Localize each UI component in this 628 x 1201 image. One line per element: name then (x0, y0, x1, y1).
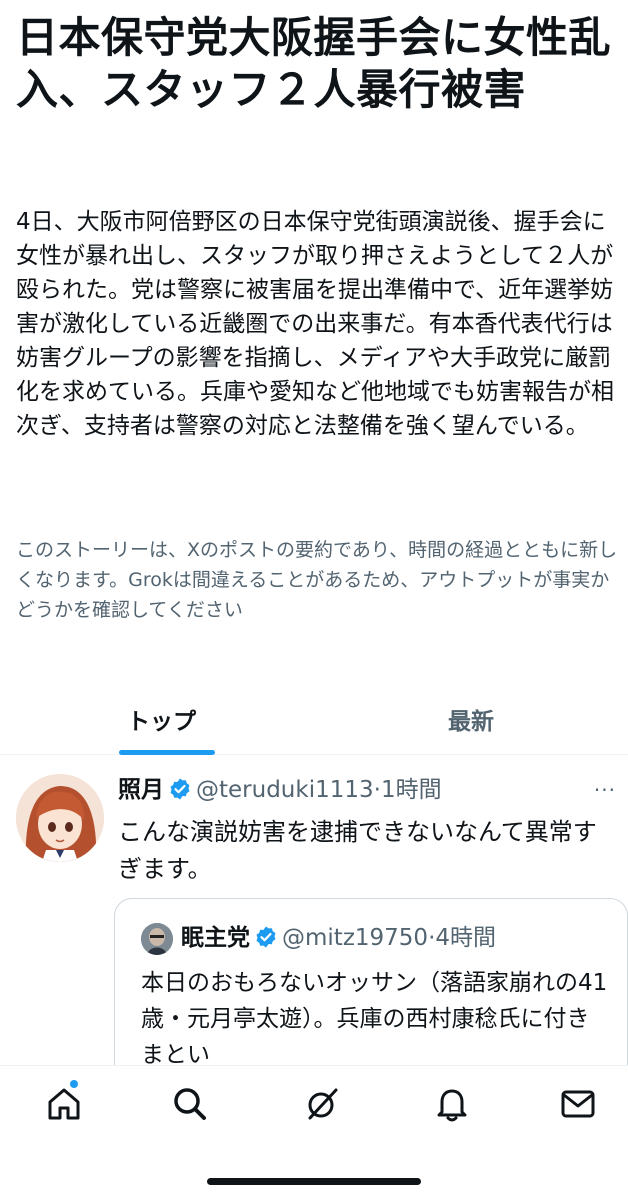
grok-icon-glyph (308, 1088, 338, 1120)
author-name[interactable]: 照月 (118, 777, 164, 803)
grok-icon[interactable] (302, 1084, 342, 1124)
post-header: 照月 @teruduki1113·1時間 (118, 774, 598, 806)
tab-top-label: トップ (127, 709, 196, 735)
verified-badge-icon (170, 778, 190, 800)
home-icon-glyph (48, 1088, 80, 1120)
verified-badge-icon (256, 926, 276, 948)
tab-top[interactable]: トップ (10, 684, 324, 754)
meta-separator: · (373, 777, 381, 803)
home-icon[interactable] (44, 1084, 84, 1124)
notifications-icon[interactable] (432, 1084, 472, 1124)
quoted-author-name: 眠主党 (181, 925, 250, 951)
post[interactable]: 照月 @teruduki1113·1時間 ··· こんな演説妨害を逮捕できないなん… (0, 760, 628, 1065)
post-text: こんな演説妨害を逮捕できないなんて異常すぎます。 (118, 818, 597, 883)
quoted-avatar (141, 923, 173, 955)
bell-icon (437, 1089, 467, 1122)
search-icon-glyph (174, 1088, 206, 1120)
messages-icon[interactable] (558, 1084, 598, 1124)
tab-bar: トップ 最新 (0, 684, 628, 755)
tab-latest-label: 最新 (448, 709, 494, 735)
author-handle[interactable]: @teruduki1113 (196, 777, 374, 803)
grok-disclaimer: このストーリーは、Xのポストの要約であり、時間の経過とともに新しくなります。Gr… (16, 539, 618, 621)
avatar[interactable] (16, 774, 104, 862)
story-summary: 4日、大阪市阿倍野区の日本保守党街頭演説後、握手会に女性が暴れ出し、スタッフが取… (16, 209, 614, 439)
active-tab-indicator (119, 750, 215, 755)
quoted-avatar-image (141, 923, 173, 955)
quoted-post[interactable]: 眠主党 @mitz19750·4時間 本日のおもろないオッサン（落語家崩れの41歳… (114, 898, 628, 1065)
home-badge-dot (70, 1080, 78, 1088)
quoted-post-time: 4時間 (435, 925, 497, 951)
search-icon[interactable] (170, 1084, 210, 1124)
tab-latest[interactable]: 最新 (314, 684, 628, 754)
envelope-icon (561, 1090, 595, 1118)
quoted-header: 眠主党 @mitz19750·4時間 (181, 921, 496, 955)
home-indicator (207, 1178, 421, 1185)
quoted-author-handle: @mitz19750 (282, 925, 429, 951)
post-time[interactable]: 1時間 (381, 777, 442, 803)
avatar-image (16, 774, 104, 862)
more-options-icon[interactable]: ··· (594, 778, 616, 802)
quoted-post-text: 本日のおもろないオッサン（落語家崩れの41歳・元月亭太遊）。兵庫の西村康稔氏に付… (141, 970, 608, 1065)
story-headline: 日本保守党大阪握手会に女性乱入、スタッフ２人暴行被害 (16, 13, 612, 114)
